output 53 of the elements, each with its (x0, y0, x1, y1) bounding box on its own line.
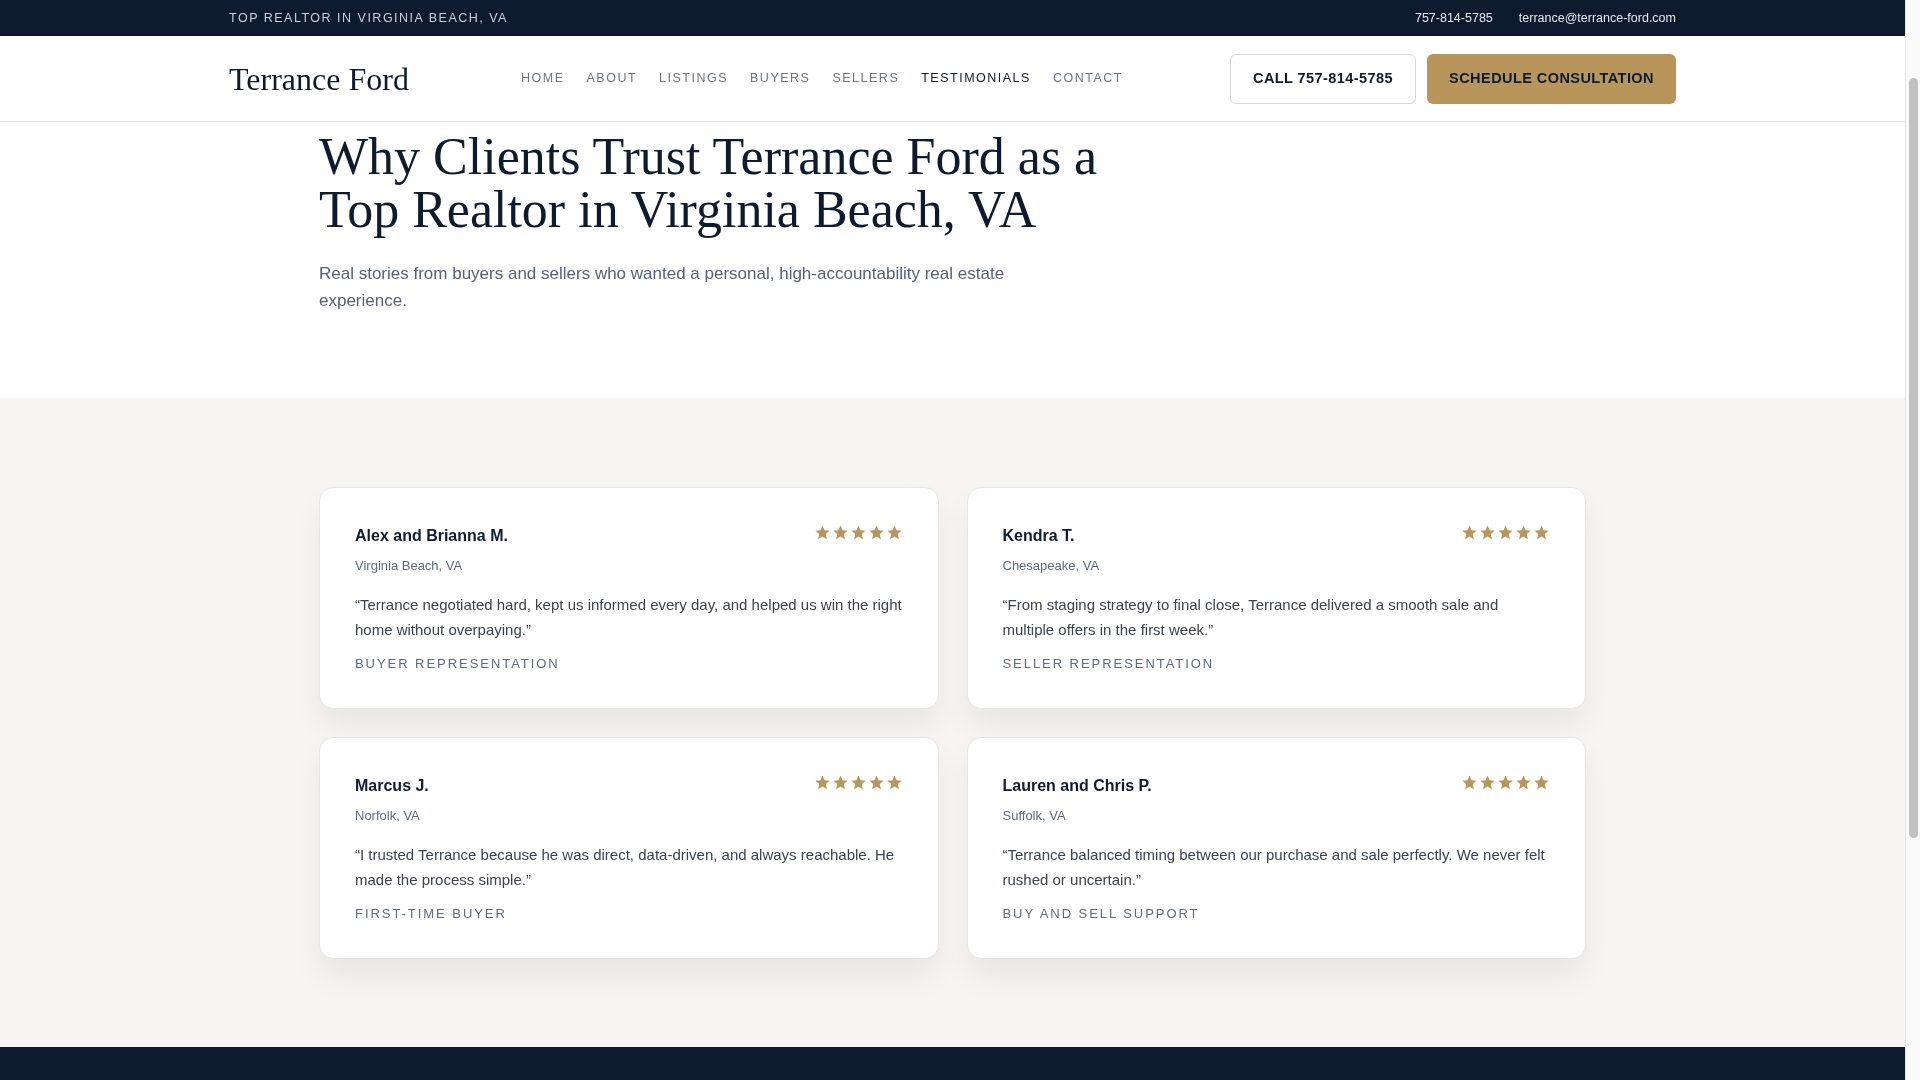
page-subtitle: Real stories from buyers and sellers who wanted a personal, high-accountability real estate experience. (319, 263, 1006, 312)
reviewer-location: Suffolk, VA (1002, 807, 1067, 825)
nav-link[interactable]: CONTACT (1052, 69, 1123, 88)
call-button[interactable]: CALL 757-814-5785 (1230, 53, 1417, 104)
nav-link[interactable]: ABOUT (586, 69, 638, 88)
star-icon (1533, 524, 1550, 541)
testimonial-quote: “Terrance balanced timing between our purchase and sale perfectly. We never felt rushed or uncertain.” (1002, 844, 1546, 890)
reviewer-name: Kendra T. (1002, 526, 1075, 546)
reviewer-location: Norfolk, VA (355, 807, 421, 825)
testimonial-quote: “From staging strategy to final close, Terrance delivered a smooth sale and multiple offers in the first week.” (1002, 594, 1500, 640)
nav-link[interactable]: LISTINGS (659, 69, 729, 88)
email-link[interactable]: terrance@terrance-ford.com (1518, 8, 1676, 28)
reviewer-location: Virginia Beach, VA (355, 557, 464, 575)
star-icon (831, 774, 849, 791)
star-icon (1479, 774, 1496, 791)
scrollbar[interactable] (1905, 0, 1920, 1080)
star-icon (849, 524, 867, 541)
testimonial-category: FIRST-TIME BUYER (355, 904, 508, 923)
star-icon (813, 524, 831, 541)
star-icon (885, 774, 903, 791)
nav-link[interactable]: TESTIMONIALS (921, 69, 1031, 88)
tagline: TOP REALTOR IN VIRGINIA BEACH, VA (229, 9, 508, 27)
star-icon (1533, 774, 1550, 791)
nav-link[interactable]: SELLERS (832, 69, 900, 88)
star-icon (1515, 524, 1532, 541)
reviewer-name: Marcus J. (355, 776, 429, 796)
star-icon (813, 774, 831, 791)
nav-link[interactable]: BUYERS (750, 69, 811, 88)
reviewer-location: Chesapeake, VA (1002, 557, 1101, 575)
site-logo[interactable]: Terrance Ford (229, 54, 521, 103)
reviewer-name: Lauren and Chris P. (1002, 776, 1152, 796)
star-icon (1461, 774, 1478, 791)
star-icon (1497, 774, 1514, 791)
star-icon (885, 524, 903, 541)
phone-link[interactable]: 757-814-5785 (1414, 8, 1493, 28)
star-icon (849, 774, 867, 791)
testimonial-quote: “Terrance negotiated hard, kept us informed every day, and helped us win the right home without overpaying.” (355, 594, 903, 640)
testimonial-category: BUYER REPRESENTATION (355, 654, 561, 673)
star-icon (867, 774, 885, 791)
star-icon (1497, 524, 1514, 541)
star-icon (1479, 524, 1496, 541)
star-icon (1461, 524, 1478, 541)
nav-link[interactable]: HOME (521, 69, 565, 88)
scrollbar-thumb[interactable] (1908, 78, 1918, 838)
star-icon (867, 524, 885, 541)
schedule-consultation-button[interactable]: SCHEDULE CONSULTATION (1427, 53, 1676, 104)
testimonial-quote: “I trusted Terrance because he was direct, data-driven, and always reachable. He made the process simple.” (355, 844, 896, 890)
star-icon (1515, 774, 1532, 791)
testimonial-category: BUY AND SELL SUPPORT (1002, 904, 1201, 923)
reviewer-name: Alex and Brianna M. (355, 526, 508, 546)
testimonial-category: SELLER REPRESENTATION (1002, 654, 1216, 673)
page-heading: Why Clients Trust Terrance Ford as a Top Realtor in Virginia Beach, VA (319, 130, 1099, 236)
star-icon (831, 524, 849, 541)
